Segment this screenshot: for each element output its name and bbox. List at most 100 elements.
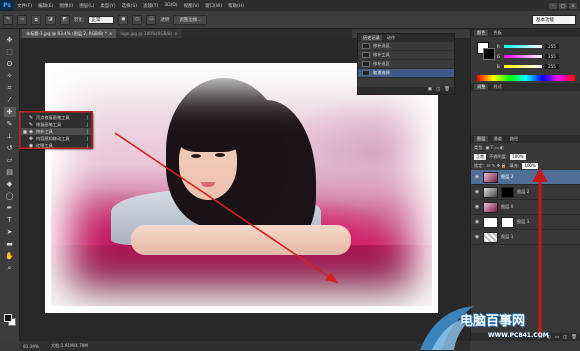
shape-tool-icon[interactable]: ▬: [4, 239, 16, 249]
lasso-tool-icon[interactable]: ʘ: [4, 59, 16, 69]
lock-icons[interactable]: ⊡ ✎ ✥ 🔒: [487, 163, 507, 169]
history-state[interactable]: 取消选择: [358, 69, 454, 78]
close-icon[interactable]: ×: [174, 31, 178, 36]
intersect-selection-icon[interactable]: ◩: [59, 14, 70, 25]
layer-thumbnail[interactable]: [483, 231, 498, 243]
destination-radio[interactable]: ○: [132, 14, 143, 25]
eyedropper-tool-icon[interactable]: ⁄: [4, 95, 16, 105]
path-select-tool-icon[interactable]: ➤: [4, 227, 16, 237]
layer-name[interactable]: 图层 1: [501, 234, 513, 240]
layer-thumbnail[interactable]: [483, 171, 498, 183]
zoom-tool-icon[interactable]: ⌕: [4, 263, 16, 273]
background-color-chip[interactable]: [483, 48, 495, 60]
gradient-tool-icon[interactable]: ▤: [4, 167, 16, 177]
new-document-icon[interactable]: ▣: [428, 87, 432, 94]
flyout-item[interactable]: ◉ 红眼工具 J: [21, 142, 91, 149]
brush-tool-icon[interactable]: ✎: [4, 119, 16, 129]
tab-history[interactable]: 历史记录: [361, 35, 382, 41]
menu-item[interactable]: 图像(I): [56, 3, 76, 9]
tab-actions[interactable]: 动作: [385, 35, 397, 41]
history-state[interactable]: 修补工具: [358, 51, 454, 60]
menu-item[interactable]: 视图(V): [181, 3, 203, 9]
layer-name[interactable]: 图层 2: [501, 174, 513, 180]
blend-mode-select[interactable]: 正常: [474, 153, 486, 160]
tool-preset-icon[interactable]: ✎: [3, 14, 13, 25]
tab-swatches[interactable]: 色板: [490, 30, 504, 36]
tab-styles[interactable]: 样式: [490, 84, 504, 90]
history-state[interactable]: 修补选区: [358, 42, 454, 51]
blur-tool-icon[interactable]: ◆: [4, 179, 16, 189]
layer-mask-thumbnail[interactable]: [501, 216, 514, 228]
slider-value[interactable]: 255: [545, 53, 559, 59]
layer-thumbnail[interactable]: [483, 186, 498, 198]
visibility-eye-icon[interactable]: ◉: [474, 189, 480, 195]
color-slider[interactable]: R 255: [497, 43, 559, 49]
tab-paths[interactable]: 路径: [507, 136, 521, 142]
maximize-button[interactable]: □: [559, 2, 567, 9]
clone-stamp-tool-icon[interactable]: ⊥: [4, 131, 16, 141]
tab-logo-document[interactable]: logo.jpg @ 100%(RGB/8) ×: [116, 29, 182, 38]
menu-item[interactable]: 文件(F): [14, 3, 35, 9]
history-state[interactable]: 修补选区: [358, 60, 454, 69]
layer-name[interactable]: 图层 0: [501, 204, 513, 210]
tab-adjustments[interactable]: 调整: [474, 84, 489, 90]
foreground-color-swatch[interactable]: [4, 314, 12, 322]
new-selection-icon[interactable]: ▭: [17, 14, 28, 25]
slider-track[interactable]: [504, 54, 542, 58]
pen-tool-icon[interactable]: ✒: [4, 203, 16, 213]
menu-item[interactable]: 编辑(E): [35, 3, 56, 9]
tab-color[interactable]: 颜色: [474, 30, 489, 36]
menu-item[interactable]: 窗口(W): [202, 3, 225, 9]
menu-item[interactable]: 选择(S): [119, 3, 140, 9]
layer-thumbnail[interactable]: [483, 216, 498, 228]
layer-mask-thumbnail[interactable]: [501, 186, 514, 198]
flyout-item[interactable]: ✥ 内容感知移动工具 J: [21, 135, 91, 142]
menu-item[interactable]: 类型(Y): [97, 3, 118, 9]
color-slider[interactable]: G 255: [497, 53, 559, 59]
zoom-level[interactable]: 83.39%: [23, 344, 39, 349]
menu-item[interactable]: 3D(D): [161, 3, 180, 9]
visibility-eye-icon[interactable]: ◉: [474, 219, 480, 225]
layer-thumbnail[interactable]: [483, 201, 498, 213]
new-snapshot-icon[interactable]: ◫: [436, 87, 440, 94]
filter-icons[interactable]: ▣ T ▭ ◐: [485, 145, 503, 150]
refine-edge-button[interactable]: 调整边缘...: [173, 14, 208, 25]
trash-icon[interactable]: 🗑: [444, 87, 450, 94]
tab-layers[interactable]: 图层: [474, 136, 489, 142]
source-radio[interactable]: ●: [118, 14, 129, 25]
visibility-eye-icon[interactable]: ◉: [474, 234, 480, 240]
add-selection-icon[interactable]: ⧉: [31, 14, 42, 25]
eraser-tool-icon[interactable]: ▱: [4, 155, 16, 165]
menu-item[interactable]: 滤镜(T): [140, 3, 161, 9]
menu-item[interactable]: 帮助(H): [225, 3, 247, 9]
flyout-item[interactable]: ✎ 修复画笔工具 J: [21, 121, 91, 128]
hand-tool-icon[interactable]: ✋: [4, 251, 16, 261]
slider-track[interactable]: [504, 44, 542, 48]
type-tool-icon[interactable]: T: [4, 215, 16, 225]
healing-tool-icon[interactable]: ✚: [3, 107, 16, 117]
flyout-item[interactable]: ✎ 污点修复画笔工具 J: [21, 114, 91, 121]
minimize-button[interactable]: –: [549, 2, 557, 9]
subtract-selection-icon[interactable]: ◪: [45, 14, 56, 25]
tab-channels[interactable]: 通道: [490, 136, 504, 142]
slider-track[interactable]: [504, 64, 542, 68]
move-tool-icon[interactable]: ✥: [4, 35, 16, 45]
menu-item[interactable]: 图层(L): [76, 3, 97, 9]
workspace-select[interactable]: 基本功能: [532, 15, 576, 25]
dodge-tool-icon[interactable]: ◯: [4, 191, 16, 201]
slider-value[interactable]: 255: [545, 63, 559, 69]
marquee-tool-icon[interactable]: ⬚: [4, 47, 16, 57]
opacity-input[interactable]: 100%: [510, 153, 526, 160]
close-button[interactable]: ×: [569, 2, 577, 9]
history-brush-tool-icon[interactable]: ↺: [4, 143, 16, 153]
crop-tool-icon[interactable]: ⌗: [4, 83, 16, 93]
mode-select[interactable]: 正常: [88, 15, 115, 24]
slider-value[interactable]: 255: [545, 43, 559, 49]
visibility-eye-icon[interactable]: ◉: [474, 174, 480, 180]
close-icon[interactable]: ×: [109, 31, 113, 36]
transparent-checkbox[interactable]: ☐: [146, 14, 157, 25]
color-spectrum[interactable]: [477, 75, 575, 81]
tab-active-document[interactable]: 未标题-1.jpg @ 83.4% (图层 2, RGB/8) * ×: [22, 29, 117, 38]
color-slider[interactable]: B 255: [497, 63, 559, 69]
quick-select-tool-icon[interactable]: ✧: [4, 71, 16, 81]
